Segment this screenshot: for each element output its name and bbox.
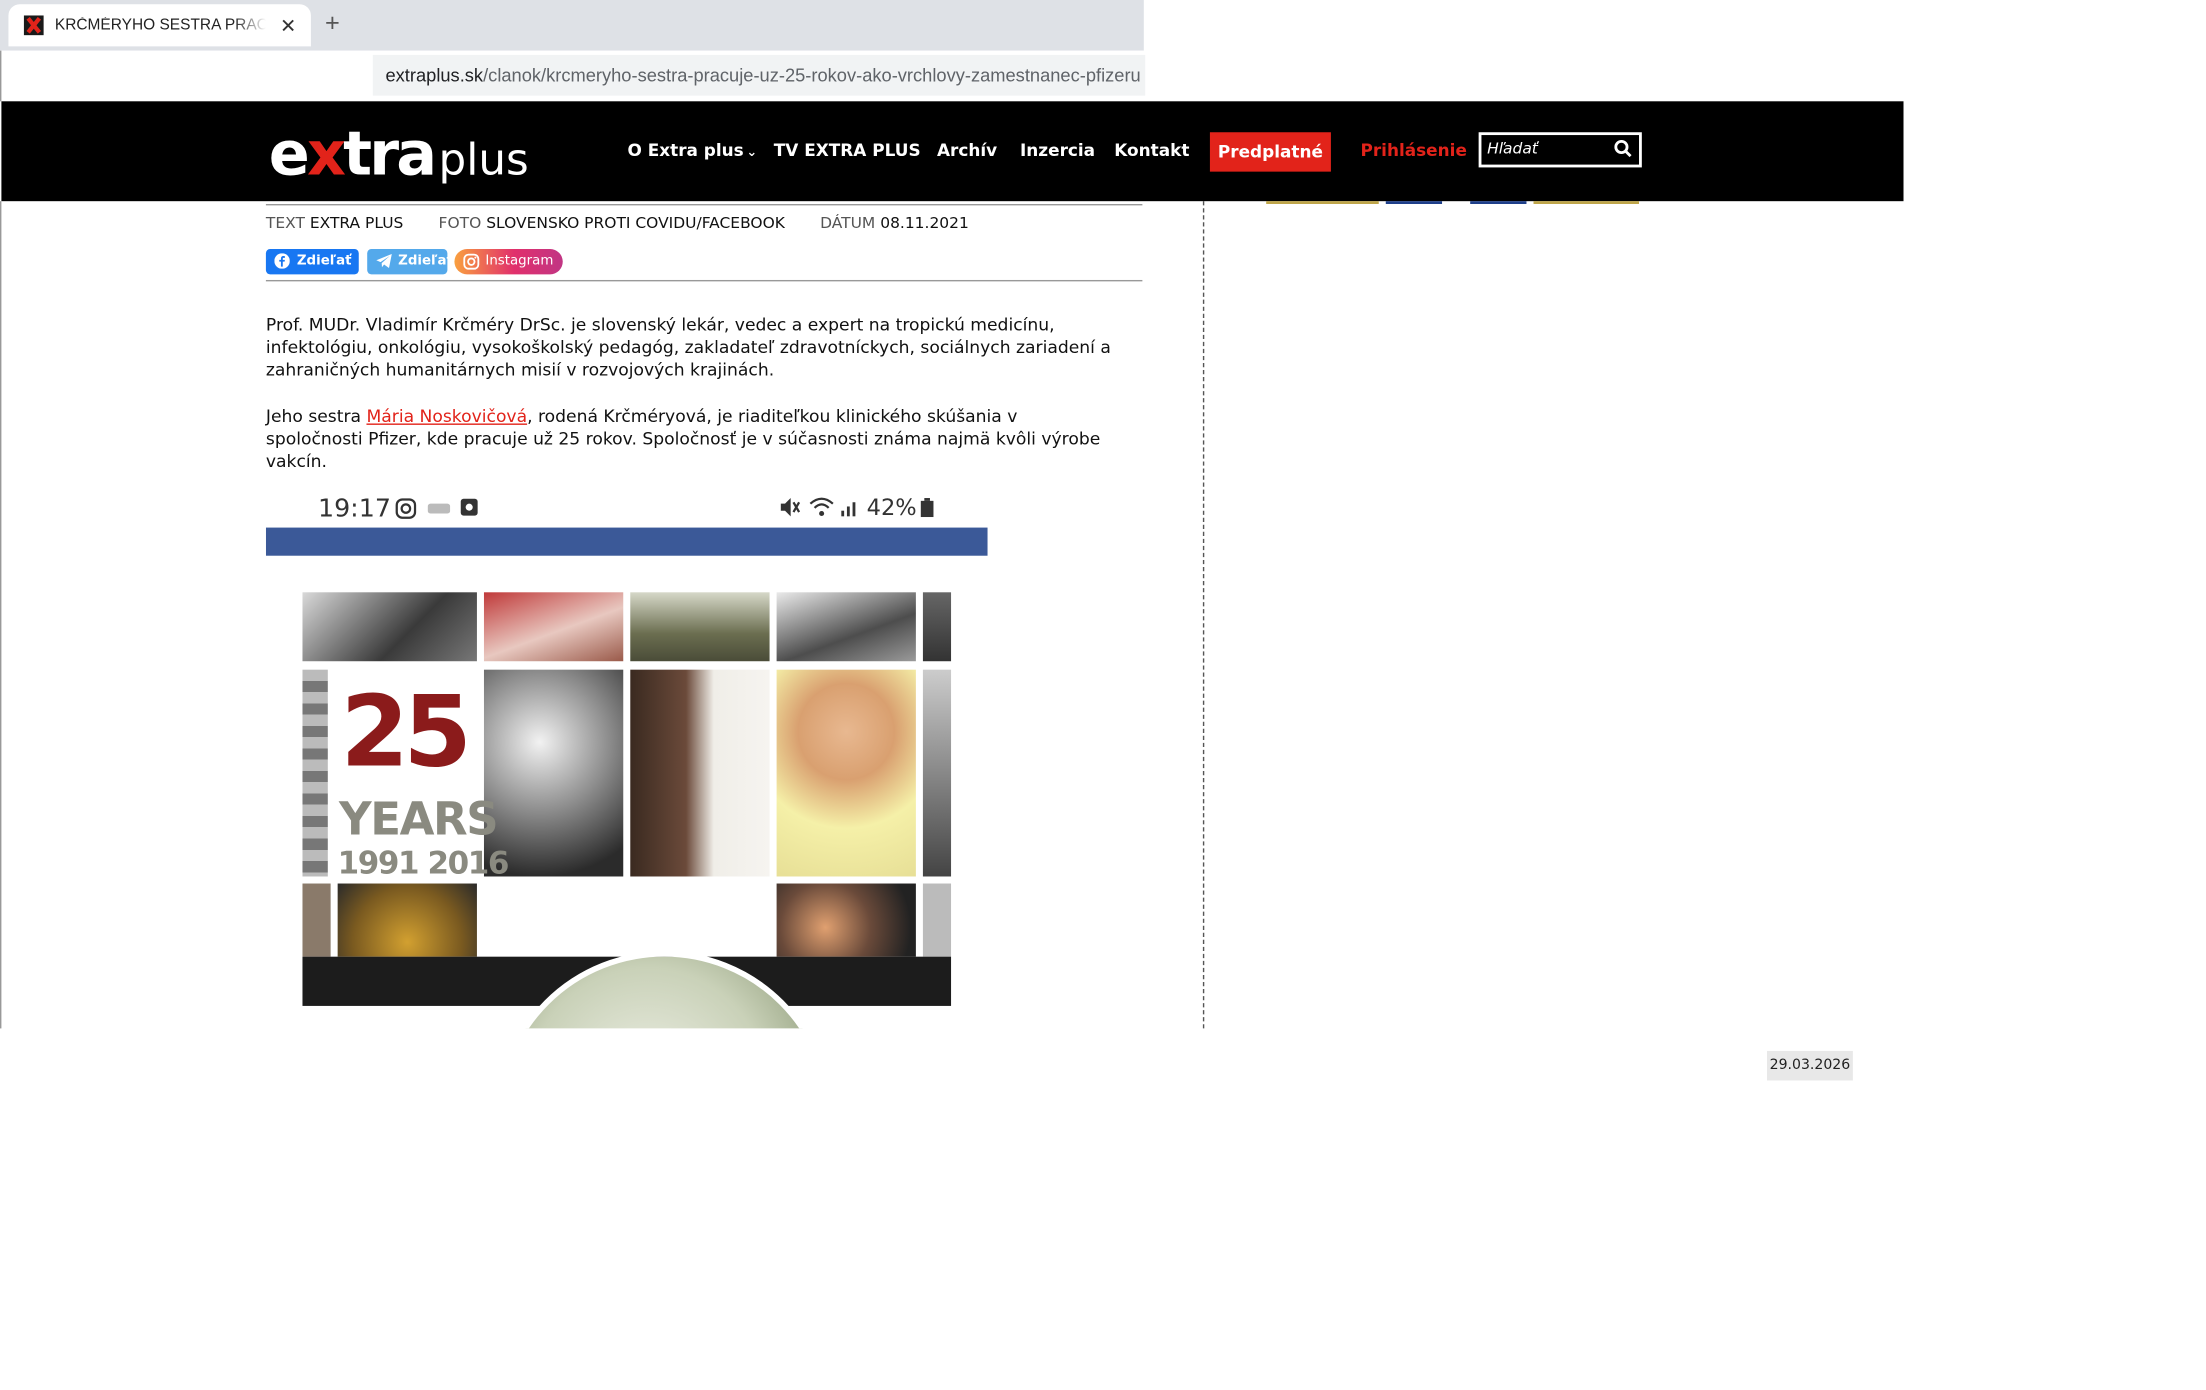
instagram-label: Instagram bbox=[485, 253, 554, 269]
nav-item-tv-extra-plus[interactable]: TV EXTRA PLUS bbox=[774, 141, 921, 161]
anniversary-years-label: YEARS bbox=[339, 792, 499, 846]
article-paragraph: Jeho sestra Mária Noskovičová, rodená Kr… bbox=[266, 405, 1117, 473]
nav-label-o-extra-plus: O Extra plus bbox=[627, 140, 744, 161]
article-meta: TEXT EXTRA PLUS FOTO SLOVENSKO PROTI COV… bbox=[266, 214, 969, 232]
meta-text-value: EXTRA PLUS bbox=[309, 213, 404, 233]
collage-photo bbox=[776, 592, 916, 662]
address-bar-row: extraplus.sk/clanok/krcmeryho-sestra-pra… bbox=[0, 50, 1146, 102]
meta-top-divider bbox=[265, 203, 1143, 206]
site-header: extra plus O Extra plus ⌄ TV EXTRA PLUS A… bbox=[1, 101, 1904, 202]
tab-close-icon[interactable]: ✕ bbox=[280, 13, 297, 37]
collage-photo bbox=[302, 592, 477, 662]
page-left-edge bbox=[0, 201, 2, 1029]
facebook-header-bar bbox=[265, 527, 988, 556]
collage-photo bbox=[922, 592, 952, 662]
instagram-icon bbox=[463, 253, 480, 270]
nav-item-archiv[interactable]: Archív bbox=[937, 141, 997, 161]
signal-icon bbox=[841, 502, 856, 517]
collage-photo bbox=[337, 883, 477, 957]
photo-collage: 25 YEARS 1991 2016 bbox=[302, 592, 952, 1029]
login-link[interactable]: Prihlásenie bbox=[1360, 141, 1466, 161]
collage-photo bbox=[483, 592, 624, 662]
phone-status-bar: 19:17 42% bbox=[265, 482, 988, 528]
status-battery: 42% bbox=[866, 493, 917, 521]
telegram-share-label: Zdieľať bbox=[398, 253, 453, 269]
sidebar-stripe bbox=[1266, 201, 1379, 204]
subscribe-button[interactable]: Predplatné bbox=[1209, 132, 1331, 172]
collage-photo bbox=[302, 883, 331, 957]
tab-title: KRČMÉRYHO SESTRA PRACUJE UŽ 25 ROKOV AKO… bbox=[54, 16, 266, 34]
site-favicon-icon bbox=[23, 15, 44, 36]
collage-photo bbox=[630, 669, 770, 877]
logo-letter-x: x bbox=[306, 119, 346, 190]
browser-tab-bar: KRČMÉRYHO SESTRA PRACUJE UŽ 25 ROKOV AKO… bbox=[0, 0, 1144, 51]
logo-letters-tra: tra bbox=[343, 119, 437, 190]
collage-photo bbox=[630, 592, 770, 662]
facebook-icon bbox=[274, 253, 290, 269]
search-input[interactable]: Hľadať bbox=[1487, 139, 1608, 157]
logo-letter-e: e bbox=[268, 119, 310, 190]
logo-extra: extra bbox=[268, 119, 437, 190]
notification-icon bbox=[427, 503, 451, 514]
meta-date-value: 08.11.2021 bbox=[880, 213, 969, 233]
telegram-share-button[interactable]: Zdieľať bbox=[367, 249, 453, 275]
collage-photo bbox=[302, 669, 328, 877]
url-path: /clanok/krcmeryho-sestra-pracuje-uz-25-r… bbox=[483, 64, 1141, 86]
mute-icon bbox=[780, 498, 801, 517]
status-time: 19:17 bbox=[317, 493, 391, 524]
instagram-icon bbox=[395, 498, 417, 519]
browser-tab[interactable]: KRČMÉRYHO SESTRA PRACUJE UŽ 25 ROKOV AKO… bbox=[8, 4, 311, 47]
nav-item-inzercia[interactable]: Inzercia bbox=[1020, 141, 1095, 161]
anniversary-number: 25 bbox=[340, 673, 471, 790]
person-link[interactable]: Mária Noskovičová bbox=[366, 407, 527, 427]
article-photo: 19:17 42% 25 YEARS 1991 2016 bbox=[265, 482, 988, 1029]
url-field[interactable]: extraplus.sk/clanok/krcmeryho-sestra-pra… bbox=[372, 54, 1146, 96]
date-badge: 29.03.2026 bbox=[1767, 1050, 1853, 1081]
telegram-icon bbox=[376, 253, 392, 269]
search-icon[interactable] bbox=[1614, 139, 1632, 164]
meta-photo-label: FOTO bbox=[438, 213, 482, 233]
search-box[interactable]: Hľadať bbox=[1478, 132, 1642, 168]
sidebar-stripe bbox=[1470, 201, 1527, 204]
nav-item-kontakt[interactable]: Kontakt bbox=[1114, 141, 1189, 161]
collage-photo bbox=[922, 883, 952, 957]
anniversary-year-range: 1991 2016 bbox=[337, 846, 510, 883]
chevron-down-icon: ⌄ bbox=[746, 146, 758, 161]
url-host: extraplus.sk bbox=[385, 64, 484, 86]
collage-photo bbox=[776, 669, 916, 877]
new-tab-button[interactable]: + bbox=[325, 8, 340, 38]
nav-item-o-extra-plus[interactable]: O Extra plus ⌄ bbox=[627, 141, 757, 161]
facebook-share-label: Zdieľať bbox=[296, 253, 352, 269]
collage-photo bbox=[483, 669, 624, 877]
meta-bottom-divider bbox=[265, 279, 1143, 282]
sidebar-divider bbox=[1202, 201, 1205, 1029]
sidebar-stripe bbox=[1385, 201, 1443, 204]
media-icon bbox=[460, 498, 478, 516]
collage-photo bbox=[922, 669, 952, 877]
site-logo[interactable]: extra plus bbox=[269, 120, 529, 190]
sidebar-stripe bbox=[1533, 201, 1640, 204]
article-paragraph: Prof. MUDr. Vladimír Krčméry DrSc. je sl… bbox=[265, 315, 1111, 380]
wifi-icon bbox=[809, 497, 834, 517]
collage-photo bbox=[776, 883, 916, 957]
meta-text-label: TEXT bbox=[265, 213, 305, 233]
paragraph-text: Jeho sestra bbox=[265, 406, 367, 427]
battery-icon bbox=[920, 498, 934, 518]
meta-photo-value: SLOVENSKO PROTI COVIDU/FACEBOOK bbox=[486, 213, 785, 233]
logo-plus: plus bbox=[438, 135, 529, 186]
instagram-button[interactable]: Instagram bbox=[454, 249, 563, 275]
meta-date-label: DÁTUM bbox=[820, 213, 876, 233]
facebook-share-button[interactable]: Zdieľať bbox=[265, 249, 359, 275]
